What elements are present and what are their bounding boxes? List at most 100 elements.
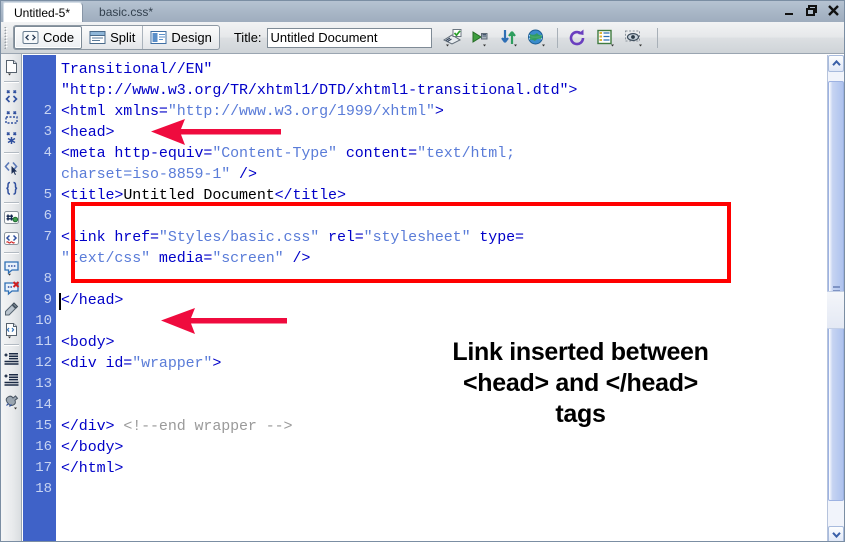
toolbar-divider (3, 152, 19, 154)
code-token: "text/css" (61, 250, 151, 267)
code-token: /> (230, 166, 257, 183)
line-number: 7 (43, 229, 52, 245)
open-documents-icon[interactable] (2, 57, 21, 77)
line-number: 14 (35, 397, 52, 413)
code-token: Transitional//EN" (61, 61, 213, 78)
line-number-gutter: 2 3 4 5 6 7 8 9 10 11 12 13 14 15 16 17 18 (23, 55, 56, 541)
document-tab-basic-css[interactable]: basic.css* (89, 2, 165, 22)
select-parent-tag-icon[interactable] (2, 157, 21, 177)
file-transfer-icon[interactable] (496, 26, 522, 50)
code-line: "text/css" media="screen" /> (61, 248, 310, 269)
line-numbers-icon[interactable] (2, 207, 21, 227)
code-line: </body> (61, 437, 123, 458)
balance-braces-icon[interactable] (2, 178, 21, 198)
code-line: "http://www.w3.org/TR/xhtml1/DTD/xhtml1-… (61, 80, 577, 101)
code-line: <title>Untitled Document</title> (61, 185, 346, 206)
title-field-label: Title: (233, 30, 262, 45)
editor-splitter-handle[interactable] (827, 291, 844, 329)
code-token: media= (150, 250, 213, 267)
dreamweaver-window: Untitled-5* basic.css* Code Split Design… (0, 0, 845, 542)
vertical-scrollbar[interactable] (827, 55, 844, 541)
minimize-icon[interactable] (783, 4, 796, 17)
toolbar-icon-group (440, 26, 663, 50)
view-mode-buttons: Code Split Design (13, 25, 220, 50)
chevron-up-icon (831, 60, 841, 66)
code-view-button[interactable]: Code (14, 26, 83, 49)
split-view-button[interactable]: Split (82, 26, 144, 49)
toolbar-divider (3, 344, 19, 346)
line-number: 18 (35, 481, 52, 497)
code-line: </div> <!--end wrapper --> (61, 416, 293, 437)
line-number: 9 (43, 292, 52, 308)
code-line: charset=iso-8859-1" /> (61, 164, 257, 185)
code-token: <head> (61, 124, 115, 141)
code-token: "text/html; (417, 145, 515, 162)
wrap-tag-icon[interactable] (2, 299, 21, 319)
code-line: <meta http-equiv="Content-Type" content=… (61, 143, 515, 164)
line-number: 12 (35, 355, 52, 371)
design-view-icon (150, 31, 167, 44)
file-management-icon[interactable] (440, 26, 466, 50)
scroll-up-button[interactable] (828, 55, 844, 72)
window-controls (783, 4, 840, 17)
code-token: </head> (61, 292, 124, 309)
line-number: 6 (43, 208, 52, 224)
toolbar-divider (3, 252, 19, 254)
code-token: type= (470, 229, 524, 246)
annotation-line-1: Link inserted between (452, 338, 709, 366)
title-input[interactable] (266, 27, 432, 48)
restore-icon[interactable] (805, 4, 818, 17)
code-view-icon (22, 31, 39, 44)
code-token: > (212, 355, 222, 372)
toolbar-divider (3, 81, 19, 83)
code-token: "Content-Type" (212, 145, 337, 162)
line-number: 3 (43, 124, 52, 140)
code-token: rel= (319, 229, 364, 246)
close-icon[interactable] (827, 4, 840, 17)
visual-aids-globe-icon[interactable] (524, 26, 550, 50)
line-number: 2 (43, 103, 52, 119)
chevron-down-icon (831, 532, 841, 538)
collapse-selection-icon[interactable] (2, 107, 21, 127)
live-view-icon[interactable] (621, 26, 647, 50)
line-number: 5 (43, 187, 52, 203)
split-view-label: Split (110, 30, 136, 45)
code-token: </div> (61, 418, 124, 435)
view-options-icon[interactable] (593, 26, 619, 50)
recent-snippets-icon[interactable] (2, 320, 21, 340)
document-tab-untitled-5[interactable]: Untitled-5* (3, 2, 84, 22)
scroll-down-button[interactable] (828, 526, 844, 541)
code-token: <!--end wrapper --> (123, 418, 293, 435)
document-tab-label: basic.css* (99, 5, 154, 19)
code-editor[interactable]: 2 3 4 5 6 7 8 9 10 11 12 13 14 15 16 17 18 Transitional/… (23, 55, 829, 541)
line-number: 10 (35, 313, 52, 329)
code-token: "screen" (212, 250, 284, 267)
expand-all-icon[interactable] (2, 128, 21, 148)
collapse-full-tag-icon[interactable] (2, 86, 21, 106)
code-token: "stylesheet" (363, 229, 471, 246)
remove-comment-icon[interactable] (2, 278, 21, 298)
indent-code-icon[interactable] (2, 349, 21, 369)
design-view-button[interactable]: Design (143, 26, 218, 49)
format-source-code-icon[interactable] (2, 391, 21, 411)
code-line: <div id="wrapper"> (61, 353, 221, 374)
code-line: <body> (61, 332, 115, 353)
line-number: 15 (35, 418, 52, 434)
apply-comment-icon[interactable] (2, 257, 21, 277)
split-view-icon (89, 31, 106, 44)
toolbar-grip[interactable] (3, 26, 10, 49)
closing-head-tag-arrow-icon (161, 308, 287, 334)
toolbar-separator (556, 27, 558, 48)
toolbar-separator (656, 27, 658, 48)
outdent-code-icon[interactable] (2, 370, 21, 390)
document-toolbar: Code Split Design Title: (1, 22, 844, 54)
annotation-line-3: tags (555, 400, 606, 428)
code-token: </title> (274, 187, 346, 204)
code-token: /> (283, 250, 311, 267)
preview-in-browser-icon[interactable] (468, 26, 494, 50)
refresh-design-view-icon[interactable] (565, 26, 591, 50)
line-number: 4 (43, 145, 52, 161)
code-token: "http://www.w3.org/TR/xhtml1/DTD/xhtml1-… (61, 82, 578, 99)
highlight-invalid-code-icon[interactable] (2, 228, 21, 248)
code-token: <div id= (61, 355, 133, 372)
